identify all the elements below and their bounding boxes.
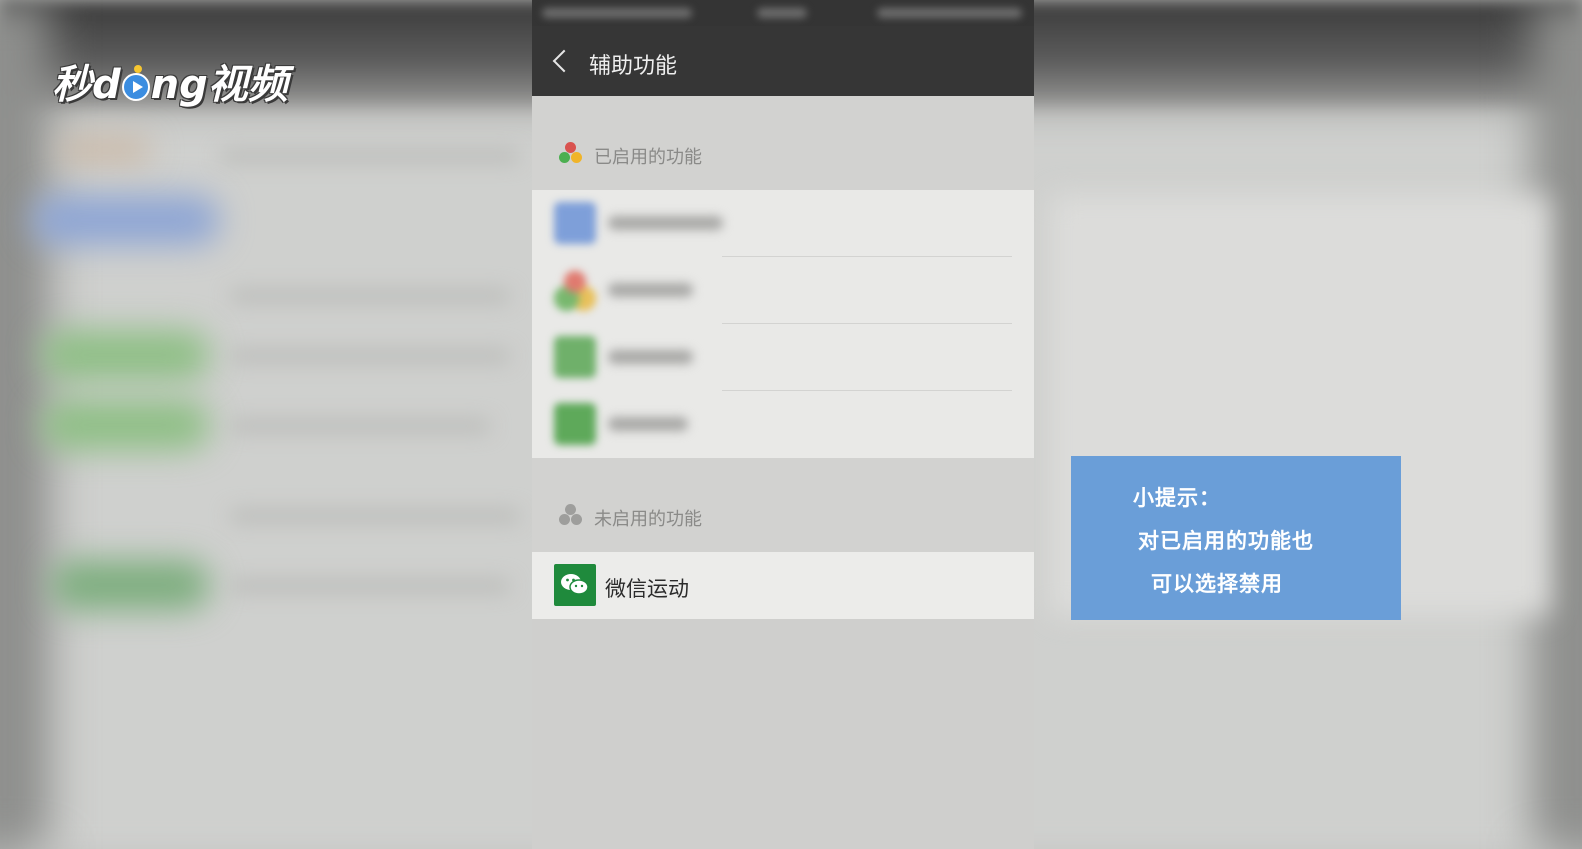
wechat-icon [554, 564, 596, 606]
status-bar-blur [877, 8, 1022, 18]
blurred-app-icon [554, 202, 596, 244]
status-bar [532, 0, 1034, 26]
wechat-sport-label: 微信运动 [605, 577, 689, 601]
play-circle-icon [121, 65, 150, 101]
phone-screen: 辅助功能 已启用的功能 未启用的功能 微信运动 [532, 0, 1034, 849]
list-item[interactable] [532, 324, 1034, 391]
background-line [230, 350, 510, 362]
blurred-app-icon [554, 269, 596, 311]
background-line [230, 510, 520, 522]
background-blob [60, 140, 150, 160]
background-line [230, 420, 490, 432]
background-blob [40, 400, 210, 450]
list-item[interactable] [532, 391, 1034, 458]
blurred-label [608, 216, 723, 230]
background-blob [50, 560, 210, 610]
list-item[interactable] [532, 257, 1034, 324]
status-bar-blur [757, 8, 807, 18]
blurred-app-icon [554, 403, 596, 445]
list-item[interactable] [532, 190, 1034, 257]
section-header-disabled: 未启用的功能 [532, 458, 1034, 552]
blurred-app-icon [554, 336, 596, 378]
chevron-left-icon[interactable] [552, 49, 576, 73]
background-line [230, 290, 510, 302]
section-label-enabled: 已启用的功能 [594, 147, 702, 168]
logo-text-before: 秒d [52, 62, 121, 108]
background-blob [40, 330, 210, 380]
three-dots-icon [559, 142, 583, 166]
background-blob [30, 195, 220, 245]
tip-line-1: 对已启用的功能也 [1138, 529, 1314, 553]
tip-line-2: 可以选择禁用 [1151, 572, 1283, 596]
nav-bar: 辅助功能 [532, 26, 1034, 96]
page-title: 辅助功能 [589, 54, 678, 79]
watermark-logo: 秒d ng视频 [52, 52, 288, 110]
blurred-label [608, 350, 693, 364]
tip-title: 小提示： [1133, 486, 1221, 510]
background-line [220, 150, 520, 162]
enabled-feature-list [532, 190, 1034, 458]
status-bar-blur [542, 8, 692, 18]
section-label-disabled: 未启用的功能 [594, 509, 702, 530]
list-item-wechat-sport[interactable]: 微信运动 [532, 552, 1034, 619]
blurred-label [608, 417, 688, 431]
tip-box: 小提示： 对已启用的功能也 可以选择禁用 [1071, 456, 1401, 620]
blurred-label [608, 283, 693, 297]
three-dots-icon [559, 504, 583, 528]
background-line [230, 580, 510, 592]
logo-text-after: ng视频 [150, 62, 288, 108]
section-header-enabled: 已启用的功能 [532, 96, 1034, 190]
